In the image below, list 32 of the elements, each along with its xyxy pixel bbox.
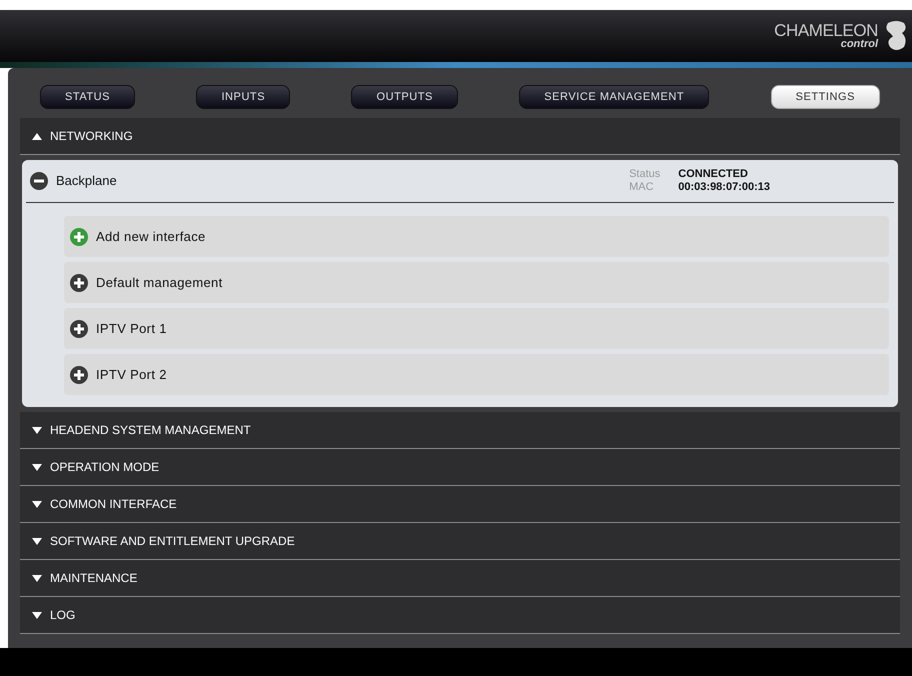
interface-row[interactable]: IPTV Port 2 (64, 354, 889, 395)
expand-icon (70, 274, 88, 292)
section-header[interactable]: OPERATION MODE (20, 449, 900, 486)
interface-label: IPTV Port 2 (96, 366, 167, 384)
section-header[interactable]: LOG (20, 597, 900, 634)
brand-name: CHAMELEON (774, 22, 878, 39)
expand-icon (70, 320, 88, 338)
tab[interactable]: INPUTS (196, 85, 290, 109)
section-header[interactable]: COMMON INTERFACE (20, 486, 900, 523)
section-header[interactable]: HEADEND SYSTEM MANAGEMENT (20, 412, 900, 449)
interface-row[interactable]: Add new interface (64, 216, 889, 257)
collapse-icon (30, 172, 48, 190)
brand-subtitle: control (840, 39, 878, 50)
interface-label: Default management (96, 274, 223, 292)
mac-value: 00:03:98:07:00:13 (678, 181, 770, 194)
section-header[interactable]: SOFTWARE AND ENTITLEMENT UPGRADE (20, 523, 900, 560)
interface-row[interactable]: Default management (64, 262, 889, 303)
interface-row[interactable]: IPTV Port 1 (64, 308, 889, 349)
mac-label: MAC (629, 181, 655, 194)
interface-name[interactable]: Backplane (56, 171, 622, 191)
tab[interactable]: OUTPUTS (351, 85, 458, 109)
tab[interactable]: SETTINGS (770, 85, 880, 109)
interface-label: Add new interface (96, 228, 206, 246)
expand-icon (70, 366, 88, 384)
add-icon (70, 228, 88, 246)
status-value: CONNECTED (678, 168, 749, 181)
status-label: Status (629, 168, 660, 181)
section-header[interactable]: MAINTENANCE (20, 560, 900, 597)
tab[interactable]: STATUS (40, 85, 136, 109)
tab[interactable]: SERVICE MANAGEMENT (519, 85, 710, 109)
section-header[interactable]: NETWORKING (20, 118, 900, 155)
interface-label: IPTV Port 1 (96, 320, 167, 338)
